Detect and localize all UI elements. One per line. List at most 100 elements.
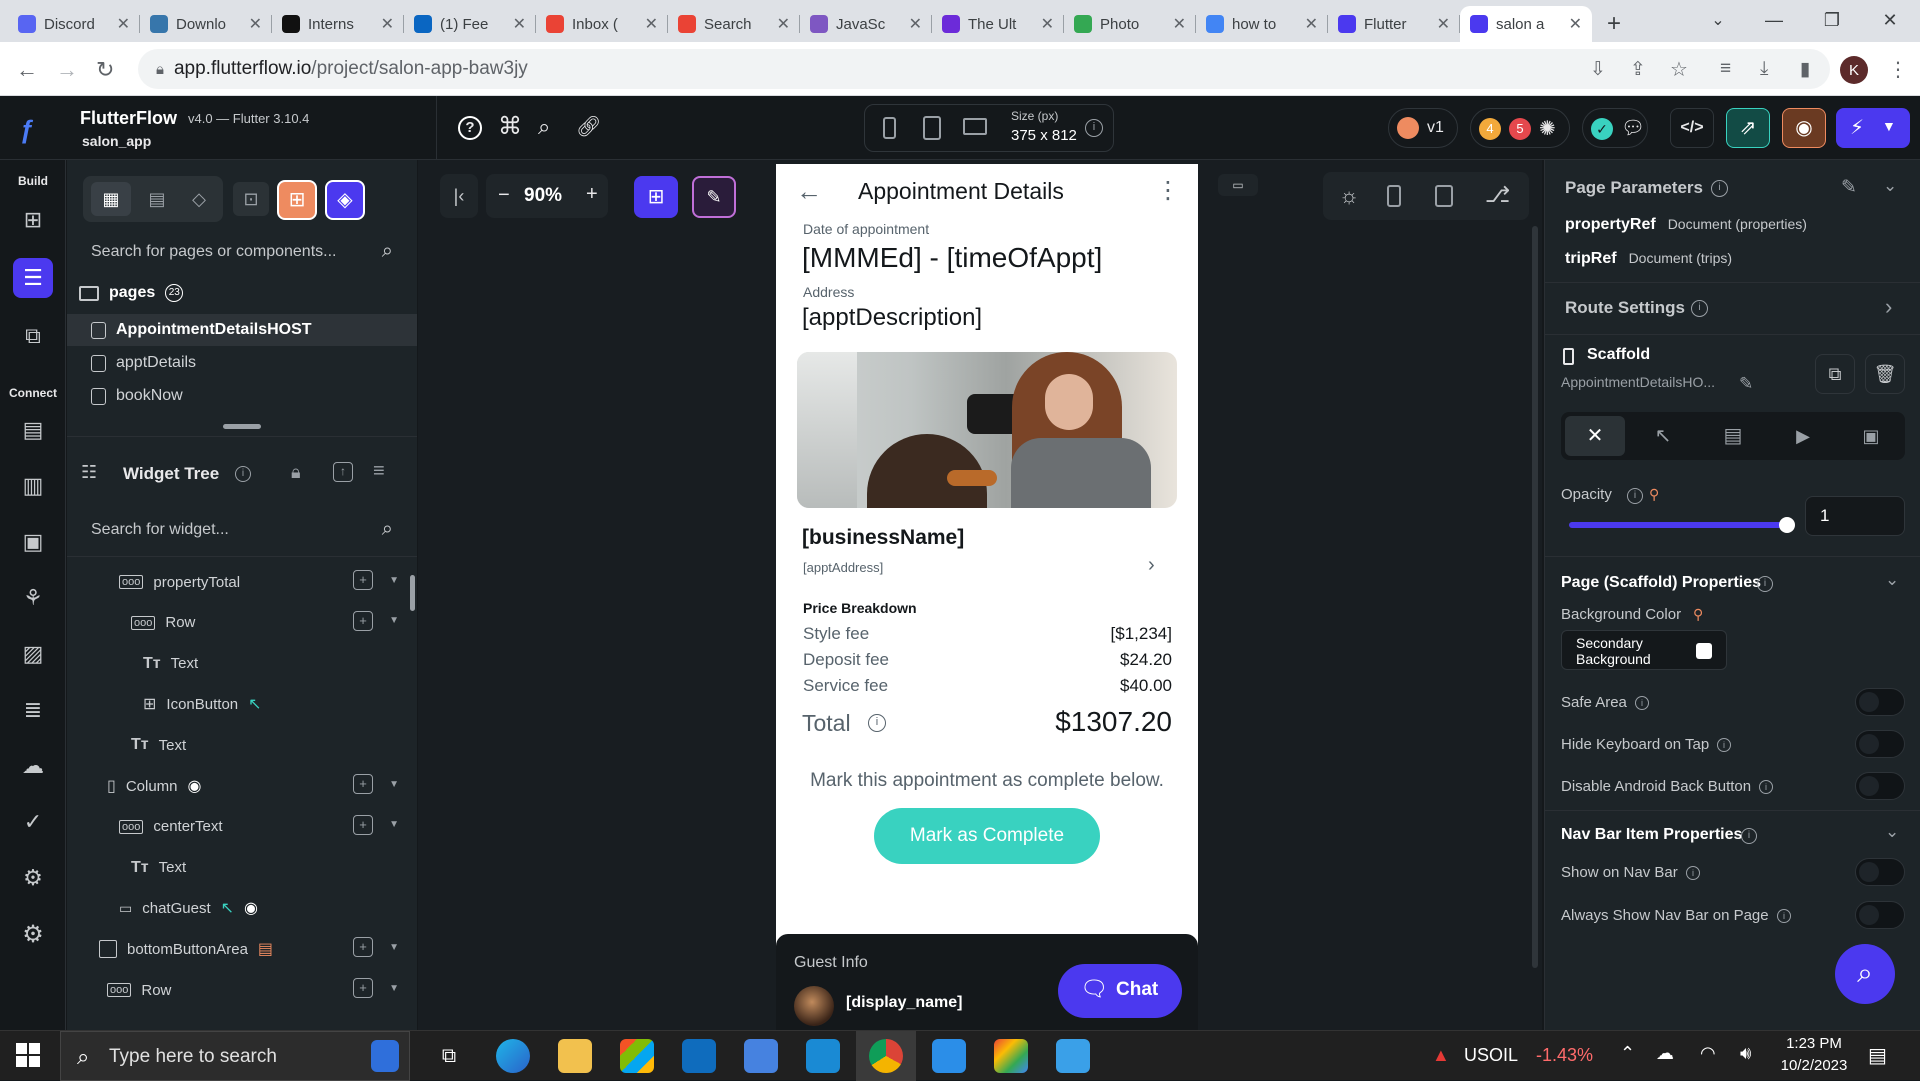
chevron-down-icon[interactable]: ▼ [389,819,399,830]
page-search-field[interactable]: Search for pages or components... ⌕ [77,230,407,274]
back-arrow-icon[interactable]: ← [796,176,822,207]
tab-close-icon[interactable]: ✕ [1569,14,1582,34]
chat-button[interactable]: 🗨︎ Chat [1058,964,1182,1018]
cloud-icon[interactable]: ☁ [13,746,53,786]
variable-icon[interactable]: ⚲ [1649,486,1659,503]
custom-code-icon[interactable]: ⚘ [13,578,53,618]
app-icon-2[interactable] [806,1039,840,1073]
info-icon[interactable]: i [1757,576,1773,592]
add-child-icon[interactable]: + [353,978,374,998]
visibility-eye-icon[interactable]: ◉ [188,776,202,796]
info-icon[interactable]: i [1741,828,1757,844]
browser-tab[interactable]: Interns ✕ [272,6,404,42]
browser-tab[interactable]: (1) Fee ✕ [404,6,536,42]
settings-gear-icon[interactable]: ⚙ [13,914,53,954]
visibility-eye-icon[interactable]: ◉ [244,898,258,918]
bg-color-picker[interactable]: Secondary Background [1561,630,1727,670]
vertical-scrollbar[interactable] [410,575,415,611]
keyboard-icon[interactable]: ▭ [1218,174,1258,196]
chevron-down-icon[interactable]: ⌄ [1885,570,1899,590]
windows-start-icon[interactable] [16,1043,40,1067]
notifications-icon[interactable]: ▤ [1868,1043,1887,1068]
taskbar-search[interactable]: ⌕ Type here to search [60,1031,410,1081]
url-field[interactable]: 🔒︎ app.flutterflow.io/project/salon-app-… [138,49,1830,89]
phone-preview[interactable]: ← Appointment Details ⋮ Date of appointm… [776,164,1198,1030]
chevron-right-icon[interactable]: › [1885,294,1892,320]
vscode-icon[interactable] [932,1039,966,1073]
run-button[interactable]: ⚡︎ ▼ [1836,108,1910,148]
add-child-icon[interactable]: + [353,814,374,835]
storyboard-icon[interactable]: ⧉ [13,316,53,356]
tablet-frame-icon[interactable] [1435,185,1453,207]
edit-icon[interactable]: ✎ [1841,176,1857,199]
info-icon[interactable]: i [1691,300,1708,317]
add-child-icon[interactable]: + [353,570,374,590]
widget-tree-node[interactable]: ooo propertyTotal [119,562,240,602]
backend-query-tab-icon[interactable]: ▤ [1703,416,1763,456]
info-icon[interactable]: i [1717,738,1731,752]
chevron-down-icon[interactable]: ⌄ [1883,176,1897,196]
code-view-icon[interactable]: </> [1670,108,1714,148]
toggle-switch[interactable] [1855,901,1905,929]
route-settings-title[interactable]: Route Settings [1565,298,1685,318]
action-icon[interactable]: ↖ [221,898,234,918]
light-mode-icon[interactable]: ☼ [1339,183,1359,209]
components-mode-icon[interactable]: ▤ [139,182,175,216]
ticker-change[interactable]: -1.43% [1536,1045,1593,1066]
browser-tab[interactable]: Inbox (✕ [536,6,668,42]
state-tab-icon[interactable]: ▣ [1841,416,1901,456]
browser-tab[interactable]: Discord ✕ [8,6,140,42]
tree-graph-icon[interactable]: ⎇ [1485,182,1510,208]
ai-gen-icon[interactable]: ✎ [692,176,736,218]
tab-close-icon[interactable]: ✕ [1305,14,1318,34]
browser-tab[interactable]: The Ult ✕ [932,6,1064,42]
more-vert-icon[interactable]: ⋮ [1156,176,1180,205]
new-tab-button[interactable]: + [1592,6,1636,42]
lock-icon[interactable]: 🔒︎ [291,462,301,483]
preview-eye-icon[interactable]: ◉ [1782,108,1826,148]
chevron-down-icon[interactable]: ▼ [389,779,399,790]
issues-group[interactable]: 4 5 ✺ [1470,108,1570,148]
install-icon[interactable]: ⇩ [1590,58,1606,81]
tab-close-icon[interactable]: ✕ [381,14,394,34]
chevron-down-icon[interactable]: ▼ [389,615,399,626]
add-child-icon[interactable]: + [353,610,374,631]
tab-search-icon[interactable]: ⌄ [1690,0,1746,40]
duplicate-icon[interactable]: ⧉ [1815,354,1855,394]
add-child-icon[interactable]: + [353,774,374,794]
browser-tab[interactable]: salon a ✕ [1460,6,1592,42]
widget-tree-node[interactable]: ooo Row [131,603,195,643]
widget-tree-node[interactable]: Tт Text [143,644,198,684]
data-schema-icon[interactable]: ▤ [13,410,53,450]
widget-tree-node[interactable]: ooo Row [107,970,171,1010]
link-icon[interactable]: 🔗︎ [576,114,601,139]
zoom-out-icon[interactable]: − [498,184,510,207]
info-icon[interactable]: i [1777,909,1791,923]
add-page-icon[interactable]: ⊞ [277,180,317,220]
share-icon[interactable]: ⇪ [1630,58,1646,81]
pages-folder[interactable]: pages 23 [79,284,184,302]
chevron-down-icon[interactable]: ▼ [1882,118,1896,134]
reading-list-icon[interactable]: ≡ [1720,58,1731,80]
bookmark-star-icon[interactable]: ☆ [1670,57,1688,82]
opacity-slider-track[interactable] [1569,517,1795,533]
file-explorer-icon[interactable] [558,1039,592,1073]
desktop-size-icon[interactable] [963,118,987,135]
action-icon[interactable]: ↖ [248,694,261,714]
command-icon[interactable]: ⌘ [498,112,522,141]
add-to-canvas-icon[interactable]: ⊞ [634,176,678,218]
chevron-right-icon[interactable]: › [1148,554,1155,577]
opacity-input[interactable]: 1 [1805,496,1905,536]
mark-complete-button[interactable]: Mark as Complete [874,808,1100,864]
phone-size-icon[interactable] [883,117,896,139]
device-frame-icon[interactable] [1387,185,1401,207]
widget-tree-icon[interactable]: ☰ [13,258,53,298]
chevron-down-icon[interactable]: ▼ [389,942,399,953]
library-mode-icon[interactable]: ◇ [181,182,217,216]
sidepanel-icon[interactable]: ▮ [1800,58,1810,81]
new-folder-icon[interactable]: ⊡ [233,182,269,216]
app-state-icon[interactable]: ▥ [13,466,53,506]
page-param-row[interactable]: tripRef Document (trips) [1565,250,1732,268]
info-icon[interactable]: i [1759,780,1773,794]
zoom-level[interactable]: 90% [524,185,562,207]
